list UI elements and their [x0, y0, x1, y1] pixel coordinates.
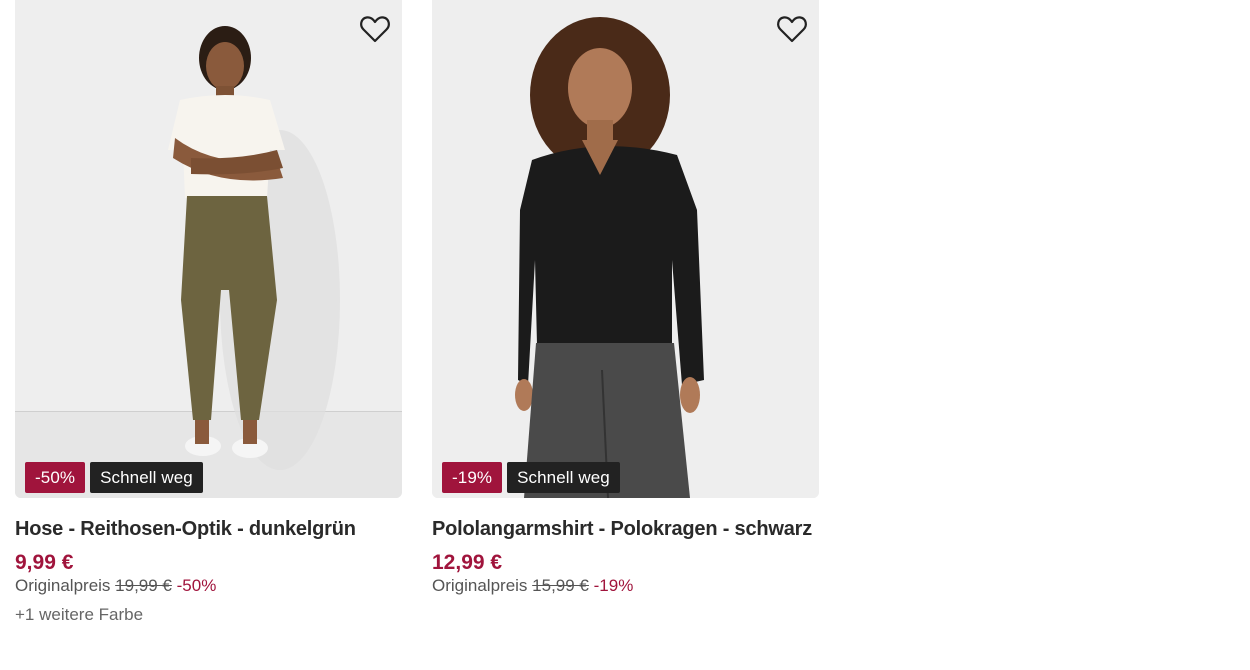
original-price-value: 15,99 €: [532, 576, 589, 595]
discount-badge: -50%: [25, 462, 86, 493]
schnell-weg-badge: Schnell weg: [507, 462, 620, 493]
badge-group: -50% Schnell weg: [25, 462, 203, 493]
original-price-label: Originalpreis: [432, 576, 528, 595]
wishlist-button[interactable]: [358, 12, 392, 46]
product-title[interactable]: Pololangarmshirt - Polokragen - schwarz: [432, 518, 819, 541]
wishlist-button[interactable]: [775, 12, 809, 46]
discount-percent: -50%: [176, 576, 217, 595]
original-price-label: Originalpreis: [15, 576, 111, 595]
product-title[interactable]: Hose - Reithosen-Optik - dunkelgrün: [15, 518, 402, 541]
product-card[interactable]: -50% Schnell weg Hose - Reithosen-Optik …: [15, 0, 402, 625]
original-price-value: 19,99 €: [115, 576, 172, 595]
product-photo: [15, 0, 402, 498]
discount-badge: -19%: [442, 462, 503, 493]
discount-percent: -19%: [593, 576, 634, 595]
product-image[interactable]: -50% Schnell weg: [15, 0, 402, 498]
badge-group: -19% Schnell weg: [442, 462, 620, 493]
heart-outline-icon: [777, 16, 807, 43]
original-price-line: Originalpreis 19,99 € -50%: [15, 576, 402, 596]
product-price: 9,99 €: [15, 551, 74, 574]
schnell-weg-badge: Schnell weg: [90, 462, 203, 493]
product-image[interactable]: -19% Schnell weg: [432, 0, 819, 498]
product-price: 12,99 €: [432, 551, 503, 574]
more-colors-link[interactable]: +1 weitere Farbe: [15, 605, 402, 625]
heart-outline-icon: [360, 16, 390, 43]
product-card[interactable]: -19% Schnell weg Pololangarmshirt - Polo…: [432, 0, 819, 596]
product-photo: [432, 0, 819, 498]
original-price-line: Originalpreis 15,99 € -19%: [432, 576, 819, 596]
